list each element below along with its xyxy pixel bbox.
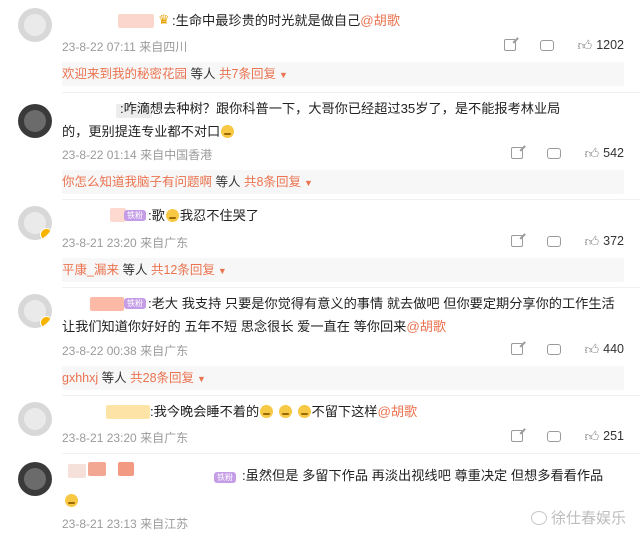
- avatar[interactable]: [18, 294, 52, 328]
- comment-text: 的，更别提连专业都不对口: [62, 120, 235, 143]
- chevron-down-icon: ▼: [197, 374, 206, 384]
- chevron-down-icon: ▼: [278, 70, 288, 80]
- mention-link[interactable]: @胡歌: [406, 319, 446, 334]
- comment-icon[interactable]: [546, 235, 561, 247]
- mention-link[interactable]: @胡歌: [360, 13, 400, 28]
- comment-text: :老大 我支持 只要是你觉得有意义的事情 就去做吧 但你要定期分享你的工作生活: [148, 296, 615, 311]
- verified-badge-icon: [40, 228, 52, 240]
- thumbs-up-icon: 👍︎: [577, 37, 593, 53]
- username-redacted[interactable]: [106, 405, 150, 419]
- comment-icon[interactable]: [546, 430, 561, 442]
- like-button[interactable]: 👍︎ 440: [585, 342, 625, 356]
- share-icon[interactable]: [510, 343, 523, 355]
- avatar[interactable]: [18, 402, 52, 436]
- like-button[interactable]: 👍︎ 542: [585, 146, 625, 160]
- comment-icon[interactable]: [539, 39, 554, 51]
- reply-summary[interactable]: 你怎么知道我脑子有问题啊 等人 共8条回复 ▼: [62, 170, 624, 194]
- reply-summary[interactable]: 平康_漏来 等人 共12条回复 ▼: [62, 258, 624, 282]
- crying-emoji-icon: [165, 209, 179, 222]
- thumbs-up-icon: 👍︎: [584, 428, 600, 444]
- comment-actions: 👍︎ 440: [510, 342, 625, 356]
- comment-text: :咋滴想去种树？跟你科普一下，大哥你已经超过35岁了，是不能报考林业局: [120, 101, 561, 116]
- username-redacted[interactable]: [118, 14, 154, 28]
- share-icon[interactable]: [510, 235, 523, 247]
- share-icon[interactable]: [510, 147, 523, 159]
- crying-emoji-icon: [65, 494, 78, 507]
- comment-text: 让我们知道你好好的 五年不短 思念很长 爱一直在 等你回来@胡歌: [62, 319, 447, 334]
- comment-text: :生命中最珍贵的时光就是做自己@胡歌: [172, 13, 401, 28]
- reply-summary[interactable]: 欢迎来到我的秘密花园 等人 共7条回复 ▼: [62, 62, 624, 86]
- fan-badge: 铁粉: [214, 472, 236, 483]
- username-redacted[interactable]: [88, 462, 106, 476]
- fan-badge: 铁粉: [124, 210, 146, 221]
- username-redacted[interactable]: [68, 464, 86, 478]
- crown-icon: ♛: [158, 12, 170, 27]
- reply-summary[interactable]: gxhhxj 等人 共28条回复 ▼: [62, 366, 624, 390]
- comment-actions: 👍︎ 251: [510, 429, 625, 443]
- comment-meta: 23-8-22 01:14 来自中国香港: [62, 148, 213, 162]
- like-button[interactable]: 👍︎ 372: [585, 234, 625, 248]
- thumbs-up-icon: 👍︎: [584, 145, 600, 161]
- divider: [62, 287, 640, 288]
- comment-text: :歌 我忍不住哭了: [148, 208, 259, 223]
- share-icon[interactable]: [510, 430, 523, 442]
- comment-actions: 👍︎ 542: [510, 146, 625, 160]
- comment-meta: 23-8-21 23:20 来自广东: [62, 431, 189, 445]
- verified-badge-icon: [40, 316, 52, 328]
- divider: [62, 199, 640, 200]
- mention-link[interactable]: @胡歌: [377, 404, 417, 419]
- username-redacted[interactable]: [118, 462, 134, 476]
- thumbs-up-icon: 👍︎: [584, 233, 600, 249]
- divider: [62, 92, 640, 93]
- comment-actions: 👍︎ 372: [510, 234, 625, 248]
- comment-icon[interactable]: [546, 147, 561, 159]
- avatar[interactable]: [18, 206, 52, 240]
- crying-emoji-icon: [278, 405, 292, 418]
- thumbs-up-icon: 👍︎: [584, 341, 600, 357]
- share-icon[interactable]: [503, 39, 516, 51]
- crying-emoji-icon: [260, 405, 274, 418]
- username-redacted[interactable]: [90, 297, 124, 311]
- divider: [62, 395, 640, 396]
- weibo-logo-icon: [530, 510, 547, 525]
- comment-icon[interactable]: [546, 343, 561, 355]
- comment-text: :我今晚会睡不着的 不留下这样@胡歌: [150, 404, 418, 419]
- avatar[interactable]: [18, 8, 52, 42]
- comment-meta: 23-8-21 23:20 来自广东: [62, 236, 189, 250]
- emoji-icon: [221, 125, 235, 138]
- fan-badge: 铁粉: [124, 298, 146, 309]
- divider: [62, 453, 640, 454]
- comment-meta: 23-8-22 07:11 来自四川: [62, 40, 188, 54]
- comment-meta: 23-8-22 00:38 来自广东: [62, 344, 189, 358]
- like-button[interactable]: 👍︎ 251: [585, 429, 625, 443]
- comment-text: :虽然但是 多留下作品 再淡出视线吧 尊重决定 但想多看看作品: [242, 468, 604, 483]
- chevron-down-icon: ▼: [303, 178, 313, 188]
- watermark: 徐仕春娱乐: [530, 507, 626, 528]
- crying-emoji-icon: [297, 405, 311, 418]
- avatar[interactable]: [18, 104, 52, 138]
- chevron-down-icon: ▼: [217, 266, 227, 276]
- avatar[interactable]: [18, 462, 52, 496]
- comment-meta: 23-8-21 23:13 来自江苏: [62, 517, 189, 531]
- like-button[interactable]: 👍︎ 1202: [578, 38, 624, 52]
- comment-actions: 👍︎ 1202: [503, 38, 624, 52]
